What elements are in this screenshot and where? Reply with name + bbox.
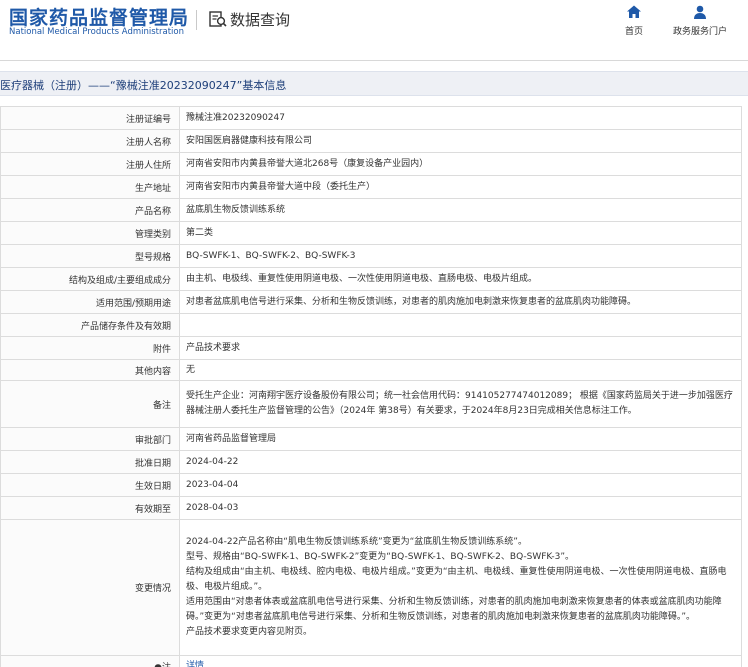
- note-value: 详情: [179, 655, 742, 667]
- table-row: 管理类别 第二类: [0, 221, 742, 245]
- device-detail-table: 注册证编号 豫械注准20232090247 注册人名称 安阳国医肩器健康科技有限…: [0, 106, 742, 667]
- row-label: 管理类别: [0, 221, 180, 245]
- change-line: 2024-04-22产品名称由“肌电生物反馈训练系统”变更为“盆底肌生物反馈训练…: [186, 537, 527, 547]
- row-value: 第二类: [179, 221, 742, 245]
- table-row: 适用范围/预期用途 对患者盆底肌电信号进行采集、分析和生物反馈训练，对患者的肌肉…: [0, 290, 742, 314]
- nav-home[interactable]: 首页: [620, 4, 648, 37]
- change-line: 适用范围由“对患者体表或盆底肌电信号进行采集、分析和生物反馈训练，对患者的肌肉施…: [186, 597, 722, 622]
- row-label: 注册人名称: [0, 129, 180, 153]
- table-row: 生产地址 河南省安阳市内黄县帝誉大道中段（委托生产）: [0, 175, 742, 199]
- row-value: [179, 313, 742, 337]
- site-logo-en[interactable]: National Medical Products Administration: [9, 27, 184, 37]
- table-row: 批准日期 2024-04-22: [0, 450, 742, 474]
- nav-home-label: 首页: [624, 27, 643, 37]
- data-query-icon: [209, 11, 227, 27]
- table-row: 有效期至 2028-04-03: [0, 496, 742, 520]
- row-value: 对患者盆底肌电信号进行采集、分析和生物反馈训练，对患者的肌肉施加电刺激来恢复患者…: [179, 290, 742, 314]
- row-label: 产品储存条件及有效期: [0, 313, 180, 337]
- row-label: 适用范围/预期用途: [0, 290, 180, 314]
- row-value: 受托生产企业：河南翔宇医疗设备股份有限公司；统一社会信用代码：914105277…: [179, 380, 742, 428]
- nav-service-portal[interactable]: 政务服务门户: [668, 4, 732, 37]
- change-history-value: 2024-04-22产品名称由“肌电生物反馈训练系统”变更为“盆底肌生物反馈训练…: [179, 519, 742, 656]
- table-row-note: ●注 详情: [0, 655, 742, 667]
- row-label: 产品名称: [0, 198, 180, 222]
- row-label: 附件: [0, 336, 180, 360]
- row-value: BQ-SWFK-1、BQ-SWFK-2、BQ-SWFK-3: [179, 244, 742, 268]
- change-line: 型号、规格由“BQ-SWFK-1、BQ-SWFK-2”变更为“BQ-SWFK-1…: [186, 552, 575, 562]
- row-label: ●注: [0, 655, 180, 667]
- site-header: 国家药品监督管理局 National Medical Products Admi…: [0, 0, 748, 60]
- section-title: 数据查询: [230, 11, 291, 29]
- row-label: 注册证编号: [0, 106, 180, 130]
- row-value: 产品技术要求: [179, 336, 742, 360]
- row-label: 备注: [0, 380, 180, 428]
- table-row: 注册证编号 豫械注准20232090247: [0, 106, 742, 130]
- row-label: 结构及组成/主要组成成分: [0, 267, 180, 291]
- table-row: 附件 产品技术要求: [0, 336, 742, 360]
- row-value: 2028-04-03: [179, 496, 742, 520]
- row-value: 河南省安阳市内黄县帝誉大道北268号（康复设备产业园内）: [179, 152, 742, 176]
- table-row: 其他内容 无: [0, 359, 742, 381]
- row-value: 由主机、电极线、重复性使用阴道电极、一次性使用阴道电极、直肠电极、电极片组成。: [179, 267, 742, 291]
- nav-portal-label: 政务服务门户: [672, 27, 727, 37]
- row-value: 无: [179, 359, 742, 381]
- row-label: 生产地址: [0, 175, 180, 199]
- change-line: 产品技术要求变更内容见附页。: [186, 627, 313, 637]
- table-row: 产品名称 盆底肌生物反馈训练系统: [0, 198, 742, 222]
- row-value: 河南省药品监督管理局: [179, 427, 742, 451]
- details-link[interactable]: 详情: [186, 661, 204, 667]
- row-value: 2023-04-04: [179, 473, 742, 497]
- table-row: 结构及组成/主要组成成分 由主机、电极线、重复性使用阴道电极、一次性使用阴道电极…: [0, 267, 742, 291]
- row-value: 安阳国医肩器健康科技有限公司: [179, 129, 742, 153]
- row-label: 生效日期: [0, 473, 180, 497]
- user-icon: [694, 5, 706, 19]
- detail-title-bar: 医疗器械（注册）——“豫械注准20232090247”基本信息: [0, 71, 748, 96]
- row-value: 河南省安阳市内黄县帝誉大道中段（委托生产）: [179, 175, 742, 199]
- table-row: 产品储存条件及有效期: [0, 313, 742, 337]
- home-icon: [627, 5, 641, 18]
- row-value: 盆底肌生物反馈训练系统: [179, 198, 742, 222]
- row-label: 批准日期: [0, 450, 180, 474]
- table-row: 型号规格 BQ-SWFK-1、BQ-SWFK-2、BQ-SWFK-3: [0, 244, 742, 268]
- row-label: 审批部门: [0, 427, 180, 451]
- change-line: 结构及组成由“由主机、电极线、腔内电极、电极片组成。”变更为“由主机、电极线、重…: [186, 567, 727, 592]
- table-row: 生效日期 2023-04-04: [0, 473, 742, 497]
- detail-title: 医疗器械（注册）——“豫械注准20232090247”基本信息: [0, 79, 287, 92]
- table-row: 注册人名称 安阳国医肩器健康科技有限公司: [0, 129, 742, 153]
- table-row: 备注 受托生产企业：河南翔宇医疗设备股份有限公司；统一社会信用代码：914105…: [0, 380, 742, 428]
- row-label: 有效期至: [0, 496, 180, 520]
- logo-divider: [196, 10, 197, 30]
- table-row: 注册人住所 河南省安阳市内黄县帝誉大道北268号（康复设备产业园内）: [0, 152, 742, 176]
- table-row-change-history: 变更情况 2024-04-22产品名称由“肌电生物反馈训练系统”变更为“盆底肌生…: [0, 519, 742, 656]
- row-label: 变更情况: [0, 519, 180, 656]
- row-label: 型号规格: [0, 244, 180, 268]
- row-value: 豫械注准20232090247: [179, 106, 742, 130]
- row-value: 2024-04-22: [179, 450, 742, 474]
- header-divider: [0, 60, 748, 61]
- table-row: 审批部门 河南省药品监督管理局: [0, 427, 742, 451]
- site-logo-cn[interactable]: 国家药品监督管理局: [9, 3, 189, 30]
- row-label: 注册人住所: [0, 152, 180, 176]
- row-label: 其他内容: [0, 359, 180, 381]
